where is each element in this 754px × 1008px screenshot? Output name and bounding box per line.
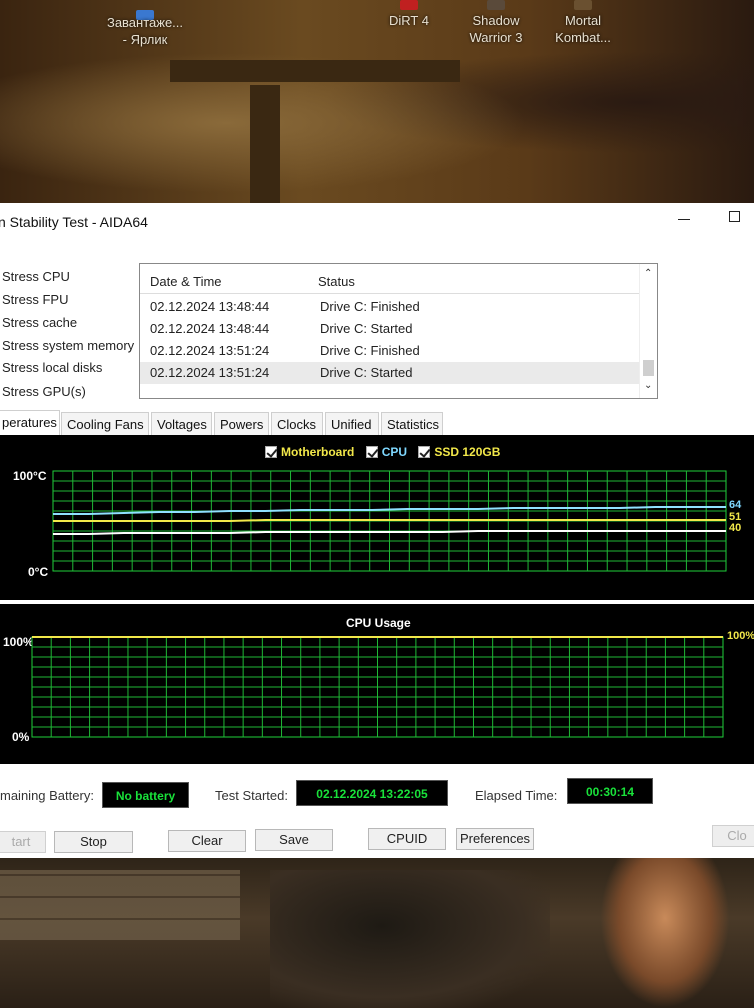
log-status: Drive C: Finished: [320, 343, 420, 358]
close-button[interactable]: Clo: [712, 825, 754, 847]
tab-powers[interactable]: Powers: [214, 412, 269, 435]
ssd-temp-value: 40: [729, 522, 742, 534]
log-scrollbar[interactable]: ⌃ ⌄: [639, 264, 657, 398]
dirt4-icon: [400, 0, 418, 10]
tab-temperatures[interactable]: peratures: [0, 410, 60, 435]
save-button[interactable]: Save: [255, 829, 333, 851]
cpu-usage-value: 100%: [727, 630, 754, 642]
status-row: maining Battery: No battery Test Started…: [0, 771, 754, 811]
desktop-icon-download-shortcut[interactable]: Завантаже... - Ярлик: [100, 10, 190, 48]
tab-voltages[interactable]: Voltages: [151, 412, 212, 435]
battery-value: No battery: [102, 782, 189, 808]
graph-tabs: peratures Cooling Fans Voltages Powers C…: [0, 410, 754, 435]
column-status[interactable]: Status: [318, 274, 355, 289]
cpu-temp-value: 64: [729, 499, 742, 511]
shadow-warrior-icon: [487, 0, 505, 10]
log-time: 02.12.2024 13:51:24: [150, 343, 270, 358]
log-row-selected[interactable]: 02.12.2024 13:51:24 Drive C: Started: [140, 362, 640, 384]
minimize-icon[interactable]: [678, 219, 690, 220]
battery-label: maining Battery:: [0, 788, 94, 803]
desktop-icon-dirt4[interactable]: DiRT 4: [364, 0, 454, 29]
test-started-label: Test Started:: [215, 788, 288, 803]
wallpaper-brick-wall: [0, 870, 240, 940]
log-status: Drive C: Finished: [320, 299, 420, 314]
clear-button[interactable]: Clear: [168, 830, 246, 852]
aida64-stability-test-window: n Stability Test - AIDA64 Stress CPU Str…: [0, 203, 754, 858]
chevron-down-icon[interactable]: ⌄: [644, 380, 652, 391]
stop-button[interactable]: Stop: [54, 831, 133, 853]
wallpaper-figure-right: [600, 858, 730, 1008]
desktop-icon-label: Завантаже... - Ярлик: [106, 15, 184, 47]
wallpaper-beam: [170, 60, 460, 82]
option-stress-fpu[interactable]: Stress FPU: [2, 292, 68, 307]
temperature-graph: Motherboard CPU SSD 120GB 100°C 0°C 64 5…: [0, 435, 754, 600]
elapsed-time-label: Elapsed Time:: [475, 788, 558, 803]
desktop-icon-shadow-warrior-3[interactable]: Shadow Warrior 3: [451, 0, 541, 46]
log-status: Drive C: Started: [320, 321, 413, 336]
scrollbar-thumb[interactable]: [643, 360, 654, 376]
desktop-icon-label: Mortal Kombat...: [555, 13, 611, 45]
log-time: 02.12.2024 13:48:44: [150, 299, 270, 314]
preferences-button[interactable]: Preferences: [456, 828, 534, 850]
log-header: Date & Time Status: [140, 264, 640, 294]
tab-clocks[interactable]: Clocks: [271, 412, 323, 435]
cpu-usage-graph: CPU Usage 100% 0% 100%: [0, 604, 754, 764]
option-stress-system-memory[interactable]: Stress system memory: [2, 338, 134, 353]
chevron-up-icon[interactable]: ⌃: [644, 268, 652, 279]
tab-unified[interactable]: Unified: [325, 412, 379, 435]
log-row[interactable]: 02.12.2024 13:51:24 Drive C: Finished: [140, 340, 640, 362]
desktop-icon-mortal-kombat[interactable]: Mortal Kombat...: [538, 0, 628, 46]
desktop: Завантаже... - Ярлик DiRT 4 Shadow Warri…: [0, 0, 754, 1008]
desktop-icon-label: Shadow Warrior 3: [469, 13, 523, 45]
desktop-icon-label: DiRT 4: [389, 13, 429, 28]
window-title: n Stability Test - AIDA64: [0, 214, 148, 230]
cpuid-button[interactable]: CPUID: [368, 828, 446, 850]
option-stress-cache[interactable]: Stress cache: [2, 315, 77, 330]
tab-cooling-fans[interactable]: Cooling Fans: [61, 412, 149, 435]
start-button[interactable]: tart: [0, 831, 46, 853]
elapsed-time-value: 00:30:14: [567, 778, 653, 804]
cpu-usage-plot: [31, 636, 724, 738]
option-stress-local-disks[interactable]: Stress local disks: [2, 360, 102, 375]
wallpaper-pillar: [250, 85, 280, 203]
log-status: Drive C: Started: [320, 365, 413, 380]
option-stress-gpus[interactable]: Stress GPU(s): [2, 384, 86, 399]
motherboard-temp-line: [53, 519, 726, 522]
title-bar[interactable]: n Stability Test - AIDA64: [0, 203, 754, 239]
event-log-list[interactable]: Date & Time Status 02.12.2024 13:48:44 D…: [139, 263, 658, 399]
log-time: 02.12.2024 13:51:24: [150, 365, 270, 380]
test-started-value: 02.12.2024 13:22:05: [296, 780, 448, 806]
option-stress-cpu[interactable]: Stress CPU: [2, 269, 70, 284]
tab-statistics[interactable]: Statistics: [381, 412, 443, 435]
button-row: tart Stop Clear Save CPUID Preferences C…: [0, 825, 754, 856]
temperature-plot: [52, 470, 727, 572]
wallpaper-figure: [270, 870, 550, 1008]
log-time: 02.12.2024 13:48:44: [150, 321, 270, 336]
log-row[interactable]: 02.12.2024 13:48:44 Drive C: Finished: [140, 296, 640, 318]
log-row[interactable]: 02.12.2024 13:48:44 Drive C: Started: [140, 318, 640, 340]
column-date-time[interactable]: Date & Time: [150, 274, 222, 289]
mortal-kombat-icon: [574, 0, 592, 10]
maximize-icon[interactable]: [729, 211, 740, 222]
